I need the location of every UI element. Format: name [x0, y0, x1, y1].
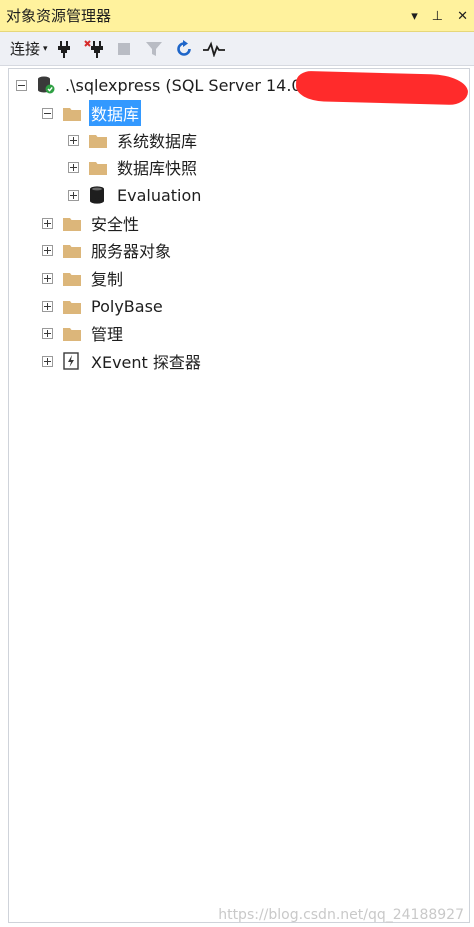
pin-icon[interactable]: ⊥ — [432, 10, 443, 23]
xevent-profiler-label: XEvent 探查器 — [91, 353, 201, 372]
replication-label: 复制 — [91, 270, 124, 289]
window-title: 对象资源管理器 — [6, 7, 112, 25]
filter-icon[interactable] — [140, 36, 168, 62]
collapse-toggle[interactable] — [16, 79, 27, 91]
expand-toggle[interactable] — [42, 244, 53, 256]
watermark: https://blog.csdn.net/qq_24188927 — [218, 907, 464, 923]
expand-toggle[interactable] — [68, 134, 79, 146]
activity-monitor-icon[interactable] — [200, 36, 228, 62]
folder-icon — [63, 298, 81, 314]
tree-node-replication[interactable]: 复制 — [42, 265, 125, 291]
connect-label: 连接 — [10, 40, 41, 58]
tree-node-system-databases[interactable]: 系统数据库 — [68, 127, 199, 153]
chevron-down-icon: ▾ — [43, 43, 48, 54]
tree-node-server-objects[interactable]: 服务器对象 — [42, 237, 173, 263]
disconnect-plug-icon[interactable] — [80, 36, 108, 62]
folder-icon — [89, 132, 107, 148]
connect-plug-icon[interactable] — [50, 36, 78, 62]
collapse-toggle[interactable] — [42, 107, 53, 119]
window-menu-dropdown-icon[interactable]: ▾ — [411, 10, 418, 23]
polybase-label: PolyBase — [91, 296, 163, 316]
xevent-profiler-icon — [63, 352, 81, 370]
folder-icon — [63, 105, 81, 121]
folder-icon — [63, 242, 81, 258]
database-snapshots-label: 数据库快照 — [117, 159, 198, 178]
tree-node-xevent-profiler[interactable]: XEvent 探查器 — [42, 348, 203, 374]
tree-node-database-snapshots[interactable]: 数据库快照 — [68, 154, 199, 180]
tree-node-server[interactable]: .\sqlexpress (SQL Server 14.0 — [16, 72, 304, 98]
server-objects-label: 服务器对象 — [91, 242, 172, 261]
expand-toggle[interactable] — [42, 355, 53, 367]
tree-node-security[interactable]: 安全性 — [42, 210, 141, 236]
expand-toggle[interactable] — [42, 272, 53, 284]
expand-toggle[interactable] — [42, 327, 53, 339]
folder-icon — [89, 159, 107, 175]
refresh-icon[interactable] — [170, 36, 198, 62]
database-icon — [89, 186, 107, 204]
server-icon — [37, 76, 55, 94]
system-databases-label: 系统数据库 — [117, 132, 198, 151]
tree-node-evaluation[interactable]: Evaluation — [68, 182, 203, 208]
connect-button[interactable]: 连接 ▾ — [10, 38, 48, 59]
window-title-bar: 对象资源管理器 ▾ ⊥ ✕ — [0, 0, 474, 32]
server-label: .\sqlexpress (SQL Server 14.0 — [65, 75, 302, 95]
management-label: 管理 — [91, 325, 124, 344]
expand-toggle[interactable] — [42, 217, 53, 229]
window-controls: ▾ ⊥ ✕ — [411, 0, 468, 32]
security-label: 安全性 — [91, 215, 140, 234]
close-icon[interactable]: ✕ — [457, 10, 468, 23]
expand-toggle[interactable] — [42, 300, 53, 312]
stop-icon[interactable] — [110, 36, 138, 62]
folder-icon — [63, 215, 81, 231]
tree-node-polybase[interactable]: PolyBase — [42, 293, 165, 319]
folder-icon — [63, 270, 81, 286]
expand-toggle[interactable] — [68, 189, 79, 201]
expand-toggle[interactable] — [68, 161, 79, 173]
tree-node-databases[interactable]: 数据库 — [42, 100, 142, 126]
toolbar: 连接 ▾ — [0, 32, 474, 66]
redaction-mark — [295, 70, 469, 106]
evaluation-label: Evaluation — [117, 185, 202, 205]
folder-icon — [63, 325, 81, 341]
databases-label: 数据库 — [89, 100, 142, 126]
tree-node-management[interactable]: 管理 — [42, 320, 125, 346]
